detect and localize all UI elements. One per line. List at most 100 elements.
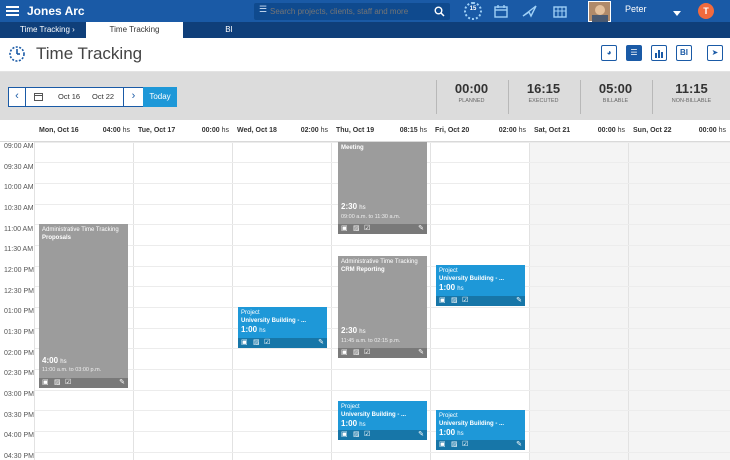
day-column-tue[interactable]	[134, 142, 233, 460]
slot-line	[35, 452, 730, 453]
time-label: 03:00 PM	[4, 391, 34, 398]
lock-icon[interactable]: ▨	[353, 349, 360, 357]
checkbox-icon[interactable]: ☑	[364, 431, 370, 439]
billing-icon[interactable]: ▣	[439, 297, 446, 305]
edit-pencil-icon[interactable]: ✎	[516, 441, 522, 449]
edit-pencil-icon[interactable]: ✎	[418, 349, 424, 357]
search-box[interactable]: ☰	[254, 3, 450, 20]
time-label: 11:30 AM	[4, 246, 34, 253]
time-label: 10:30 AM	[4, 205, 34, 212]
search-icon[interactable]	[434, 6, 445, 17]
app-title[interactable]: Jones Arc	[27, 3, 85, 19]
time-tracking-icon	[9, 46, 25, 62]
billing-icon[interactable]: ▣	[341, 225, 348, 233]
time-label: 12:00 PM	[4, 267, 34, 274]
day-column-wed[interactable]	[233, 142, 332, 460]
time-entry-card[interactable]: Administrative Time Tracking CRM Reporti…	[338, 256, 427, 358]
day-header-fri[interactable]: Fri, Oct 20 02:00 hs	[431, 120, 530, 142]
entry-actions: ▣ ▨ ☑ ✎	[338, 348, 427, 358]
checkbox-icon[interactable]: ☑	[462, 441, 468, 449]
bi-button[interactable]: BI	[676, 45, 692, 61]
time-label: 03:30 PM	[4, 412, 34, 419]
edit-pencil-icon[interactable]: ✎	[418, 431, 424, 439]
time-label: 11:00 AM	[4, 226, 34, 233]
checkbox-icon[interactable]: ☑	[364, 225, 370, 233]
lock-icon[interactable]: ▨	[451, 441, 458, 449]
checkbox-icon[interactable]: ☑	[65, 379, 71, 387]
calendar-grid-icon[interactable]	[553, 4, 567, 18]
day-header-thu[interactable]: Thu, Oct 19 08:15 hs	[332, 120, 431, 142]
edit-pencil-icon[interactable]: ✎	[516, 297, 522, 305]
avatar[interactable]	[588, 1, 611, 22]
tab-bi[interactable]: BI	[183, 22, 275, 38]
edit-pencil-icon[interactable]: ✎	[318, 339, 324, 347]
time-label: 12:30 PM	[4, 288, 34, 295]
entry-actions: ▣ ▨ ☑ ✎	[436, 440, 525, 450]
time-entry-card[interactable]: Project University Building - ... 1:00 h…	[436, 265, 525, 306]
prev-week-button[interactable]: ‹	[9, 88, 26, 106]
time-label: 04:00 PM	[4, 432, 34, 439]
time-entry-card[interactable]: Administrative Time Tracking Proposals 4…	[39, 224, 128, 388]
lock-icon[interactable]: ▨	[353, 431, 360, 439]
day-column-sat[interactable]	[530, 142, 629, 460]
bar-chart-icon	[655, 50, 663, 58]
day-column-sun[interactable]	[629, 142, 730, 460]
time-label: 01:30 PM	[4, 329, 34, 336]
slot-line	[35, 390, 730, 391]
day-header-tue[interactable]: Tue, Oct 17 00:00 hs	[134, 120, 233, 142]
brand-logo-icon[interactable]: T	[698, 3, 714, 19]
lock-icon[interactable]: ▨	[451, 297, 458, 305]
day-header-sat[interactable]: Sat, Oct 21 00:00 hs	[530, 120, 629, 142]
billing-icon[interactable]: ▣	[241, 339, 248, 347]
today-button[interactable]: Today	[143, 87, 177, 107]
summary-non-billable: 11:15 NON-BILLABLE	[652, 80, 730, 114]
checkbox-icon[interactable]: ☑	[264, 339, 270, 347]
time-label: 02:30 PM	[4, 370, 34, 377]
time-entry-card[interactable]: Project University Building - ... 1:00 h…	[436, 410, 525, 450]
checkbox-icon[interactable]: ☑	[462, 297, 468, 305]
edit-pencil-icon[interactable]: ✎	[119, 379, 125, 387]
billing-icon[interactable]: ▣	[341, 349, 348, 357]
calendar-icon[interactable]	[494, 4, 508, 18]
summary-planned: 00:00 PLANNED	[436, 80, 506, 114]
next-week-button[interactable]: ›	[123, 88, 143, 106]
lock-icon[interactable]: ▨	[54, 379, 61, 387]
page-header: Time Tracking ◕ ☰ BI ➤	[0, 38, 730, 72]
time-entry-card[interactable]: Project University Building - ... 1:00 h…	[238, 307, 327, 348]
search-input[interactable]	[270, 5, 428, 18]
checkbox-icon[interactable]: ☑	[364, 349, 370, 357]
time-entry-card[interactable]: Project University Building - ... 1:00 h…	[338, 401, 427, 440]
billing-icon[interactable]: ▣	[341, 431, 348, 439]
billing-icon[interactable]: ▣	[439, 441, 446, 449]
share-button[interactable]: ➤	[707, 45, 723, 61]
time-label: 02:00 PM	[4, 350, 34, 357]
summary-executed: 16:15 EXECUTED	[508, 80, 578, 114]
day-header-mon[interactable]: Mon, Oct 16 04:00 hs	[35, 120, 134, 142]
range-end[interactable]: Oct 22	[92, 92, 114, 101]
lock-icon[interactable]: ▨	[353, 225, 360, 233]
menu-icon[interactable]	[6, 5, 19, 17]
chevron-right-icon: ›	[72, 25, 75, 34]
billing-icon[interactable]: ▣	[42, 379, 49, 387]
tab-time-tracking-breadcrumb[interactable]: Time Tracking ›	[0, 22, 86, 38]
chevron-down-icon[interactable]	[673, 11, 681, 16]
entry-actions: ▣ ▨ ☑ ✎	[436, 296, 525, 306]
chart-view-button[interactable]	[651, 45, 667, 61]
day-header-sun[interactable]: Sun, Oct 22 00:00 hs	[629, 120, 730, 142]
user-name[interactable]: Peter	[625, 4, 647, 14]
day-header-wed[interactable]: Wed, Oct 18 02:00 hs	[233, 120, 332, 142]
expense-plane-icon[interactable]	[522, 4, 538, 18]
range-start[interactable]: Oct 16	[58, 92, 80, 101]
slot-line	[35, 369, 730, 370]
time-entry-card[interactable]: Meeting 2:30 hs 09:00 a.m. to 11:30 a.m.…	[338, 142, 427, 234]
date-nav: ‹ Oct 16 Oct 22 › Today	[8, 87, 177, 107]
lock-icon[interactable]: ▨	[253, 339, 260, 347]
edit-pencil-icon[interactable]: ✎	[418, 225, 424, 233]
timer-icon[interactable]: 15	[464, 2, 482, 20]
tab-time-tracking[interactable]: Time Tracking	[86, 22, 183, 38]
list-view-button[interactable]: ☰	[626, 45, 642, 61]
week-grid: 09:00 AM 09:30 AM 10:00 AM 10:30 AM 11:0…	[0, 142, 730, 460]
dashboard-view-button[interactable]: ◕	[601, 45, 617, 61]
calendar-icon[interactable]	[34, 92, 43, 101]
day-headers: Mon, Oct 16 04:00 hs Tue, Oct 17 00:00 hs …	[0, 120, 730, 142]
